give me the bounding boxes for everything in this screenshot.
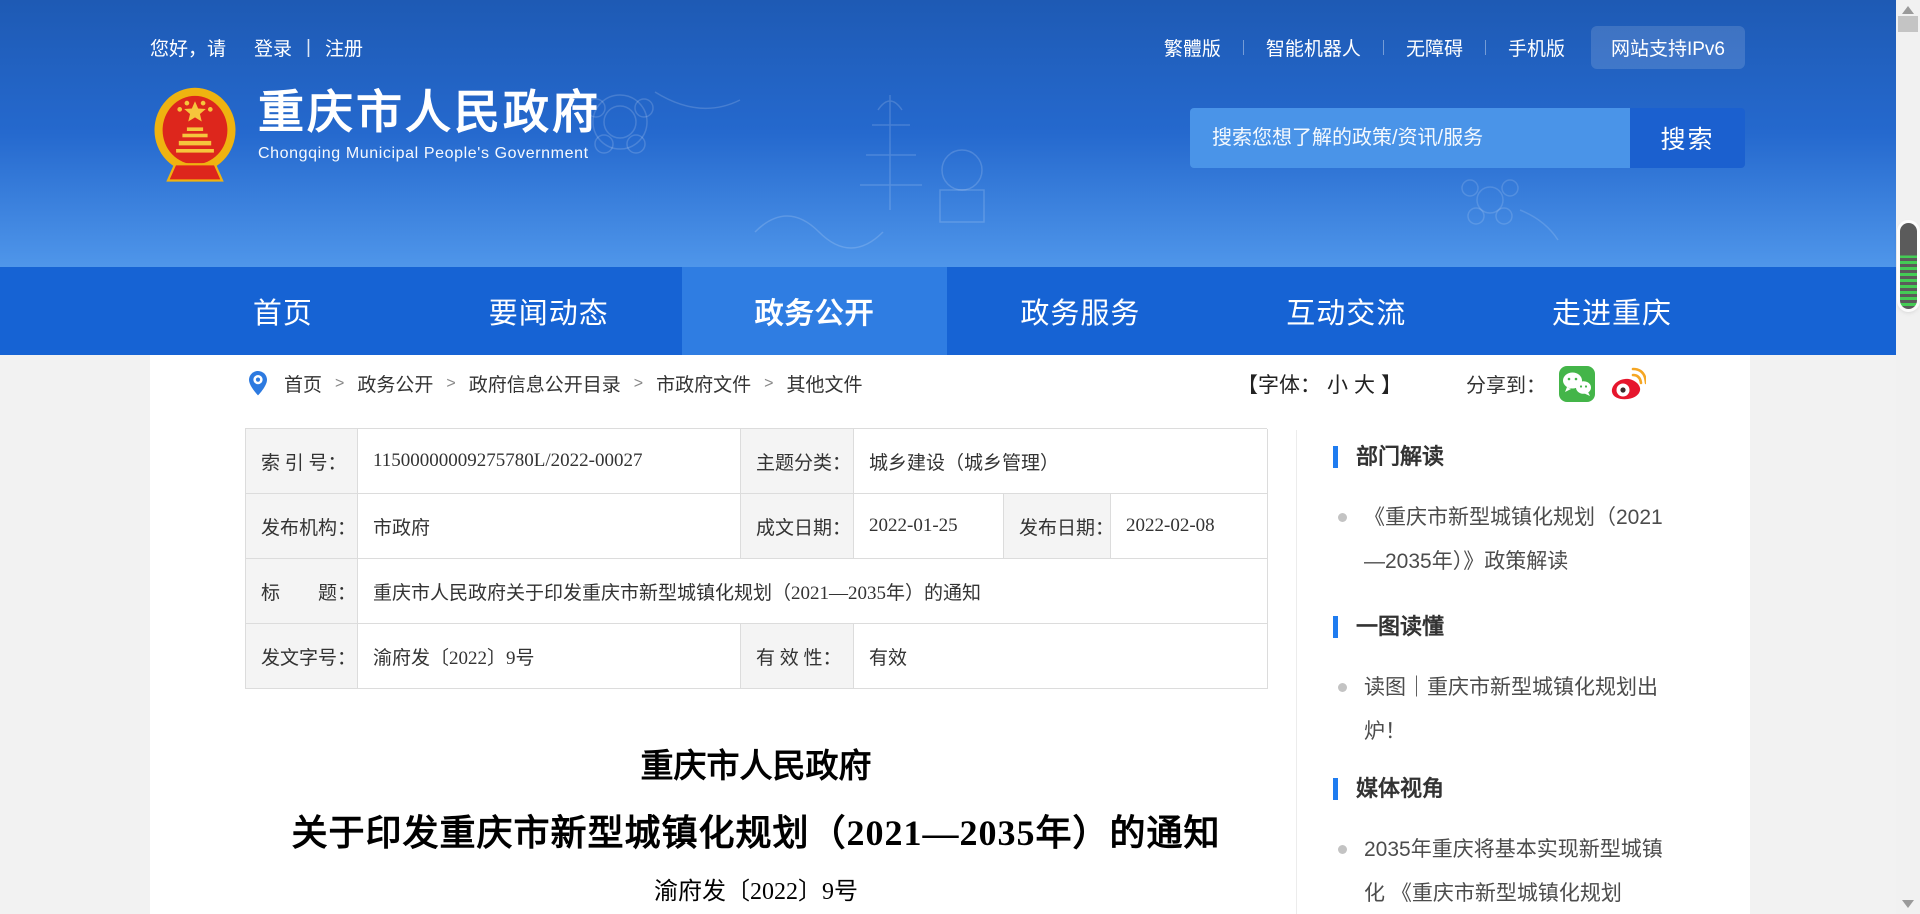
font-size-control: 【字体： 小 大 】 <box>1237 369 1402 399</box>
document-main-column: 索 引 号： 11500000009275780L/2022-00027 主题分… <box>245 428 1267 907</box>
section-accent-bar <box>1333 616 1338 638</box>
sidebar-item-text: 读图｜重庆市新型城镇化规划出炉！ <box>1364 666 1666 754</box>
font-size-label-open: 【字体： <box>1237 369 1321 399</box>
national-emblem-logo <box>150 84 240 196</box>
ipv6-badge: 网站支持IPv6 <box>1591 26 1745 69</box>
nav-item-interaction[interactable]: 互动交流 <box>1213 267 1479 355</box>
breadcrumb-separator: > <box>446 375 455 393</box>
font-size-label-close: 】 <box>1381 369 1402 399</box>
main-navigation: 首页 要闻动态 政务公开 政务服务 互动交流 走进重庆 <box>0 267 1896 355</box>
meta-value-publish-date: 2022-02-08 <box>1111 494 1268 559</box>
meta-label-written-date: 成文日期： <box>741 494 854 559</box>
sidebar-item-infographic[interactable]: 读图｜重庆市新型城镇化规划出炉！ <box>1333 666 1750 754</box>
meta-label-publish-date: 发布日期： <box>1004 494 1111 559</box>
sidebar-section-title: 部门解读 <box>1356 442 1444 472</box>
breadcrumb-other-docs[interactable]: 其他文件 <box>786 370 862 397</box>
location-pin-icon <box>248 370 268 397</box>
meta-label-title: 标 题： <box>246 559 358 624</box>
document-title-line1: 重庆市人民政府 <box>245 747 1267 787</box>
accessibility-link[interactable]: 无障碍 <box>1406 34 1463 61</box>
scrollbar-thumb[interactable] <box>1898 16 1918 32</box>
section-accent-bar <box>1333 446 1338 468</box>
breadcrumb-toolbar-row: 首页 > 政务公开 > 政府信息公开目录 > 市政府文件 > 其他文件 【字体：… <box>150 355 1750 412</box>
document-title-line2: 关于印发重庆市新型城镇化规划（2021—2035年）的通知 <box>245 811 1267 855</box>
meta-label-topic-category: 主题分类： <box>741 429 854 494</box>
meta-value-validity: 有效 <box>854 624 1268 689</box>
sidebar-section-title: 媒体视角 <box>1356 774 1444 804</box>
weibo-share-icon[interactable] <box>1608 365 1646 403</box>
section-accent-bar <box>1333 778 1338 800</box>
search-button[interactable]: 搜索 <box>1630 108 1745 168</box>
sidebar-item-text: 《重庆市新型城镇化规划（2021—2035年）》政策解读 <box>1364 496 1666 584</box>
smart-robot-link[interactable]: 智能机器人 <box>1266 34 1361 61</box>
document-meta-table: 索 引 号： 11500000009275780L/2022-00027 主题分… <box>245 428 1267 689</box>
sidebar-item-text: 2035年重庆将基本实现新型城镇化 《重庆市新型城镇化规划（2021—2035年… <box>1364 828 1666 914</box>
site-search: 搜索 <box>1190 108 1745 168</box>
nav-item-gov-affairs-open[interactable]: 政务公开 <box>682 267 948 355</box>
login-link[interactable]: 登录 <box>254 34 292 61</box>
traditional-chinese-link[interactable]: 繁體版 <box>1164 34 1221 61</box>
meta-label-index-no: 索 引 号： <box>246 429 358 494</box>
meta-value-index-no: 11500000009275780L/2022-00027 <box>358 429 741 494</box>
sidebar-section-media-view: 媒体视角 <box>1333 774 1750 804</box>
search-input[interactable] <box>1190 108 1630 168</box>
nav-item-home[interactable]: 首页 <box>150 267 416 355</box>
sidebar-section-infographic: 一图读懂 <box>1333 612 1750 642</box>
meta-label-validity: 有 效 性： <box>741 624 854 689</box>
bullet-dot-icon <box>1338 683 1347 692</box>
breadcrumb-gov-open[interactable]: 政务公开 <box>357 370 433 397</box>
meta-label-issuing-agency: 发布机构： <box>246 494 358 559</box>
site-brand[interactable]: 重庆市人民政府 Chongqing Municipal People's Gov… <box>150 84 601 196</box>
utility-bar: 您好，请 登录 | 注册 繁體版 智能机器人 无障碍 手机版 网站支持IPv6 <box>0 26 1896 69</box>
scrollbar-green-extension-widget[interactable] <box>1900 223 1917 309</box>
meta-value-issuing-agency: 市政府 <box>358 494 741 559</box>
sidebar-item-media-article[interactable]: 2035年重庆将基本实现新型城镇化 《重庆市新型城镇化规划（2021—2035年… <box>1333 828 1750 914</box>
share-bar: 分享到： <box>1466 365 1646 403</box>
meta-value-topic-category: 城乡建设（城乡管理） <box>854 429 1268 494</box>
breadcrumb-separator: > <box>764 375 773 393</box>
wechat-share-icon[interactable] <box>1558 365 1596 403</box>
site-header: 您好，请 登录 | 注册 繁體版 智能机器人 无障碍 手机版 网站支持IPv6 <box>0 0 1896 267</box>
browser-viewport: 您好，请 登录 | 注册 繁體版 智能机器人 无障碍 手机版 网站支持IPv6 <box>0 0 1920 914</box>
breadcrumb-separator: > <box>335 375 344 393</box>
breadcrumb-info-directory[interactable]: 政府信息公开目录 <box>469 370 621 397</box>
document-number: 渝府发〔2022〕9号 <box>245 877 1267 907</box>
scrollbar-up-arrow[interactable] <box>1902 6 1914 14</box>
content-card: 首页 > 政务公开 > 政府信息公开目录 > 市政府文件 > 其他文件 【字体：… <box>150 355 1750 914</box>
meta-value-title: 重庆市人民政府关于印发重庆市新型城镇化规划（2021—2035年）的通知 <box>358 559 1268 624</box>
meta-label-doc-number: 发文字号： <box>246 624 358 689</box>
header-decoration-cityscape <box>560 50 1040 260</box>
breadcrumb-municipal-docs[interactable]: 市政府文件 <box>656 370 751 397</box>
register-link[interactable]: 注册 <box>325 34 363 61</box>
breadcrumb-home[interactable]: 首页 <box>284 370 322 397</box>
breadcrumb: 首页 > 政务公开 > 政府信息公开目录 > 市政府文件 > 其他文件 <box>284 370 862 397</box>
nav-item-news[interactable]: 要闻动态 <box>416 267 682 355</box>
utility-separator <box>1243 40 1244 55</box>
related-sidebar: 部门解读 《重庆市新型城镇化规划（2021—2035年）》政策解读 一图读懂 读… <box>1296 430 1750 914</box>
sidebar-section-title: 一图读懂 <box>1356 612 1444 642</box>
bullet-dot-icon <box>1338 513 1347 522</box>
sidebar-item-policy-interpretation[interactable]: 《重庆市新型城镇化规划（2021—2035年）》政策解读 <box>1333 496 1750 584</box>
font-larger-button[interactable]: 大 <box>1354 369 1375 399</box>
meta-value-written-date: 2022-01-25 <box>854 494 1004 559</box>
site-title: 重庆市人民政府 <box>258 84 601 140</box>
meta-value-doc-number: 渝府发〔2022〕9号 <box>358 624 741 689</box>
utility-separator <box>1383 40 1384 55</box>
login-register-separator: | <box>306 37 311 59</box>
utility-separator <box>1485 40 1486 55</box>
nav-item-about-chongqing[interactable]: 走进重庆 <box>1479 267 1745 355</box>
font-smaller-button[interactable]: 小 <box>1327 369 1348 399</box>
greeting-text: 您好，请 <box>150 34 226 61</box>
site-subtitle: Chongqing Municipal People's Government <box>258 145 601 163</box>
breadcrumb-separator: > <box>634 375 643 393</box>
mobile-version-link[interactable]: 手机版 <box>1508 34 1565 61</box>
share-label: 分享到： <box>1466 369 1546 398</box>
bullet-dot-icon <box>1338 845 1347 854</box>
vertical-scrollbar[interactable] <box>1896 0 1920 914</box>
scrollbar-down-arrow[interactable] <box>1902 900 1914 908</box>
sidebar-section-dept-interpretation: 部门解读 <box>1333 442 1750 472</box>
nav-item-gov-services[interactable]: 政务服务 <box>947 267 1213 355</box>
